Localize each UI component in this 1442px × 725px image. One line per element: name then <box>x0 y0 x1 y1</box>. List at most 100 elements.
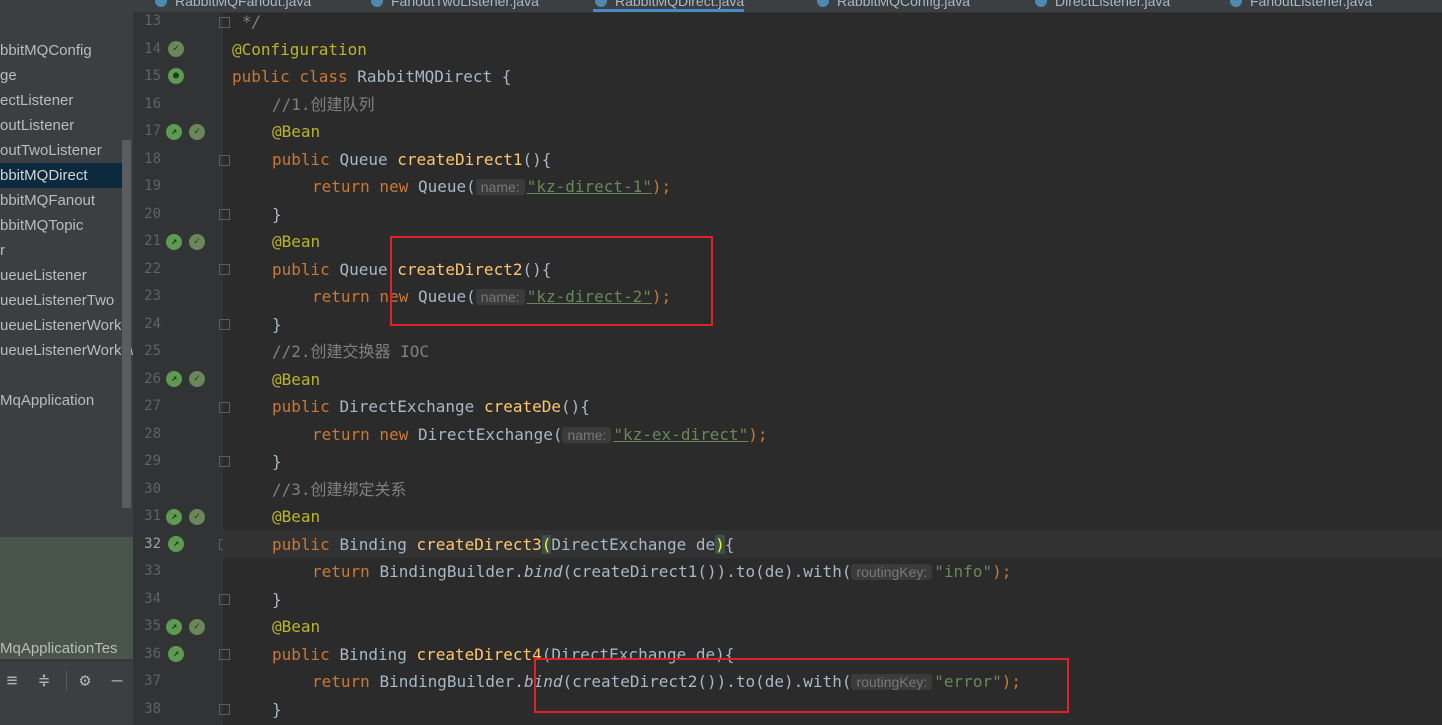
code-line: } <box>272 589 282 609</box>
code-line: */ <box>242 12 262 31</box>
tab-fanouttwolistener[interactable]: FanoutTwoListener.java <box>369 0 539 11</box>
line-number: 24 <box>144 315 161 332</box>
line-number: 15 <box>144 68 161 84</box>
line-number: 30 <box>144 480 161 497</box>
tree-item-queuelistenerwork[interactable]: ueueListenerWork <box>0 313 121 338</box>
line-number: 36 <box>144 645 161 662</box>
bean-navigate-icon[interactable]: ↗ <box>166 124 182 140</box>
line-number: 38 <box>144 700 161 717</box>
line-number: 25 <box>144 343 161 359</box>
code-line: } <box>272 314 282 334</box>
line-number: 21 <box>144 233 161 249</box>
tree-item-queuelistener[interactable]: ueueListener <box>0 263 87 288</box>
bean-icon[interactable]: ✓ <box>189 509 205 525</box>
line-number: 34 <box>144 590 161 607</box>
bean-navigate-icon[interactable]: ↗ <box>166 509 182 525</box>
line-number: 37 <box>144 673 161 689</box>
code-line: return new Queue(name: "kz-direct-1"); <box>312 177 672 196</box>
line-number: 22 <box>144 260 161 277</box>
tree-item-mqapplication[interactable]: MqApplication <box>0 388 94 413</box>
bean-icon[interactable]: ✓ <box>189 619 205 635</box>
code-line: @Bean <box>272 232 321 251</box>
code-line: public Binding createDirect3(DirectExcha… <box>272 534 735 554</box>
bean-icon[interactable]: ✓ <box>189 371 205 387</box>
line-number-current: 32 <box>144 535 161 552</box>
panel-toolbar: ≡ ≑ ⚙ — <box>0 660 133 701</box>
code-line: @Bean <box>272 507 321 526</box>
tab-directlistener[interactable]: DirectListener.java <box>1033 0 1170 11</box>
tree-item-queuelistenertwo[interactable]: ueueListenerTwo <box>0 288 114 313</box>
code-line: return BindingBuilder.bind(createDirect1… <box>312 562 1012 581</box>
fold-marker-icon[interactable] <box>219 17 230 28</box>
fold-marker-icon[interactable] <box>219 649 230 660</box>
code-line: public Queue createDirect1(){ <box>272 149 552 169</box>
fold-marker-icon[interactable] <box>219 264 230 275</box>
bean-navigate-icon[interactable]: ↗ <box>166 619 182 635</box>
tab-rabbitmqfanout[interactable]: RabbitMQFanout.java <box>153 0 311 11</box>
code-line: @Configuration <box>232 39 367 59</box>
tree-item-mqapplicationtests[interactable]: MqApplicationTes <box>0 640 118 657</box>
code-line: @Bean <box>272 617 321 636</box>
tree-item-rabbitmqdirect[interactable]: bbitMQDirect <box>0 163 123 188</box>
line-number: 17 <box>144 123 161 139</box>
line-number: 13 <box>144 13 161 29</box>
code-line: //2.创建交换器 IOC <box>272 342 430 361</box>
tab-rabbitmqconfig[interactable]: RabbitMQConfig.java <box>815 0 970 11</box>
project-panel: bbitMQConfig ge ectListener outListener … <box>0 0 133 725</box>
expand-all-icon[interactable]: ≡ <box>0 669 24 693</box>
toolbar-divider <box>66 671 67 691</box>
sidebar-scrollbar[interactable] <box>122 140 131 508</box>
code-line: @Bean <box>272 369 321 389</box>
fold-marker-icon[interactable] <box>219 319 230 330</box>
bean-navigate-icon[interactable]: ↗ <box>168 646 184 662</box>
line-number: 27 <box>144 398 161 414</box>
tree-item-fanoutlistener[interactable]: outListener <box>0 113 74 138</box>
line-number: 33 <box>144 563 161 579</box>
tab-rabbitmqdirect[interactable]: RabbitMQDirect.java <box>593 0 745 12</box>
code-line: } <box>272 699 282 719</box>
tree-item-folder[interactable]: r <box>0 238 5 263</box>
bean-icon[interactable]: ✓ <box>189 234 205 250</box>
highlight-box-binding-error <box>534 658 1069 713</box>
fold-marker-icon[interactable] <box>219 155 230 166</box>
code-line: } <box>272 204 282 224</box>
minimize-icon[interactable]: — <box>105 669 129 693</box>
editor-tabs: RabbitMQFanout.java FanoutTwoListener.ja… <box>133 0 1442 13</box>
param-hint: name: <box>562 426 612 443</box>
fold-marker-icon[interactable] <box>219 402 230 413</box>
tab-fanoutlistener[interactable]: FanoutListener.java <box>1228 0 1372 11</box>
fold-marker-icon[interactable] <box>219 704 230 715</box>
gear-icon[interactable]: ⚙ <box>73 669 97 693</box>
code-line: } <box>272 452 282 471</box>
bean-navigate-icon[interactable]: ↗ <box>168 536 184 552</box>
line-number: 26 <box>144 370 161 387</box>
line-number: 23 <box>144 288 161 304</box>
bean-icon[interactable]: ✓ <box>189 124 205 140</box>
line-number: 20 <box>144 205 161 222</box>
code-line: public DirectExchange createDe(){ <box>272 397 590 416</box>
line-number: 35 <box>144 618 161 634</box>
line-number: 14 <box>144 40 161 57</box>
line-number: 16 <box>144 95 161 112</box>
line-number: 28 <box>144 425 161 442</box>
fold-marker-icon[interactable] <box>219 456 230 467</box>
bean-icon[interactable]: ✓ <box>168 41 184 57</box>
tree-item-queuelistenerworktwo[interactable]: ueueListenerWorkTw <box>0 338 133 363</box>
spring-config-icon[interactable]: ● <box>168 68 184 84</box>
tree-item-rabbitmqconfig[interactable]: bbitMQConfig <box>0 38 92 63</box>
tree-item-directlistener[interactable]: ectListener <box>0 88 73 113</box>
bean-navigate-icon[interactable]: ↗ <box>166 371 182 387</box>
fold-marker-icon[interactable] <box>219 209 230 220</box>
line-number: 31 <box>144 508 161 524</box>
code-line: @Bean <box>272 122 321 141</box>
code-line: return new DirectExchange(name: "kz-ex-di… <box>312 424 768 444</box>
bean-navigate-icon[interactable]: ↗ <box>166 234 182 250</box>
collapse-all-icon[interactable]: ≑ <box>32 669 56 693</box>
tree-item-rabbitmqtopic[interactable]: bbitMQTopic <box>0 213 83 238</box>
param-hint: routingKey: <box>851 564 933 580</box>
tree-item-rabbitmqfanout[interactable]: bbitMQFanout <box>0 188 95 213</box>
tree-item-fanouttwolistener[interactable]: outTwoListener <box>0 138 102 163</box>
tree-item-package[interactable]: ge <box>0 63 17 88</box>
line-number: 18 <box>144 150 161 167</box>
fold-marker-icon[interactable] <box>219 594 230 605</box>
